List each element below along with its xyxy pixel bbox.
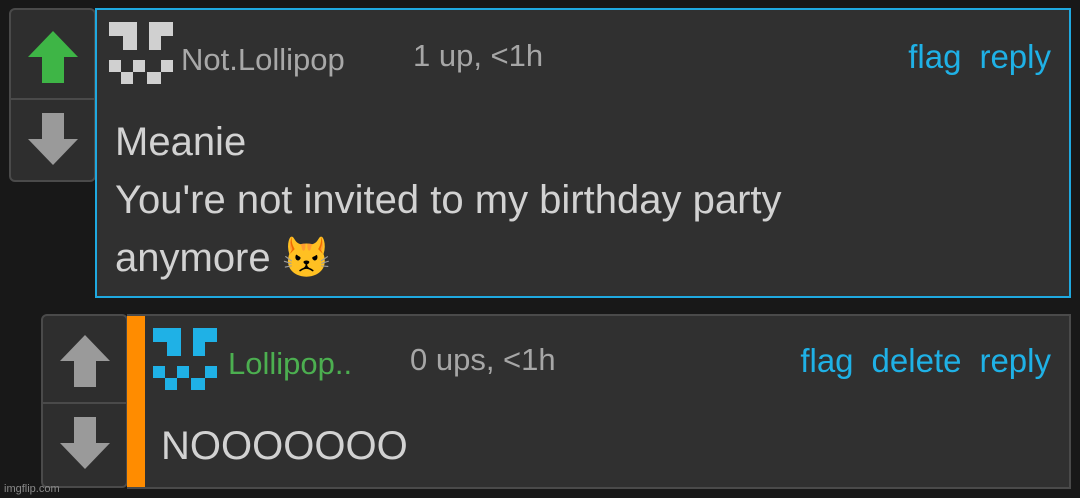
comment-actions: flag delete reply [800,342,1051,380]
comment-body: NOOOOOOO [161,424,408,468]
username-link[interactable]: Lollipop.. [228,346,352,382]
up-arrow-icon [27,31,78,83]
comment-actions: flag reply [908,38,1051,76]
op-indicator-bar [127,316,145,487]
downvote-button[interactable] [11,100,94,178]
flag-link[interactable]: flag [800,342,853,380]
downvote-button[interactable] [43,404,126,482]
comment-meta: 0 ups, <1h [410,342,556,377]
up-arrow-icon [59,335,110,387]
comment-body: Meanie You're not invited to my birthday… [115,113,782,287]
vote-column [41,314,128,488]
reply-link[interactable]: reply [979,38,1051,76]
user-avatar[interactable] [153,328,217,392]
down-arrow-icon [59,417,110,469]
vote-column [9,8,96,182]
delete-link[interactable]: delete [872,342,962,380]
comment-card: Not.Lollipop 1 up, <1h flag reply Meanie… [95,8,1071,298]
user-avatar[interactable] [109,22,173,86]
comment-meta: 1 up, <1h [413,38,544,73]
down-arrow-icon [27,113,78,165]
comment-card: Lollipop.. 0 ups, <1h flag delete reply … [127,314,1071,489]
flag-link[interactable]: flag [908,38,961,76]
username-link[interactable]: Not.Lollipop [181,42,345,78]
pouting-cat-emoji: 😾 [281,236,332,280]
upvote-button[interactable] [11,18,94,96]
upvote-button[interactable] [43,322,126,400]
reply-link[interactable]: reply [979,342,1051,380]
comment-text: Meanie You're not invited to my birthday… [115,120,782,280]
watermark: imgflip.com [4,483,60,495]
